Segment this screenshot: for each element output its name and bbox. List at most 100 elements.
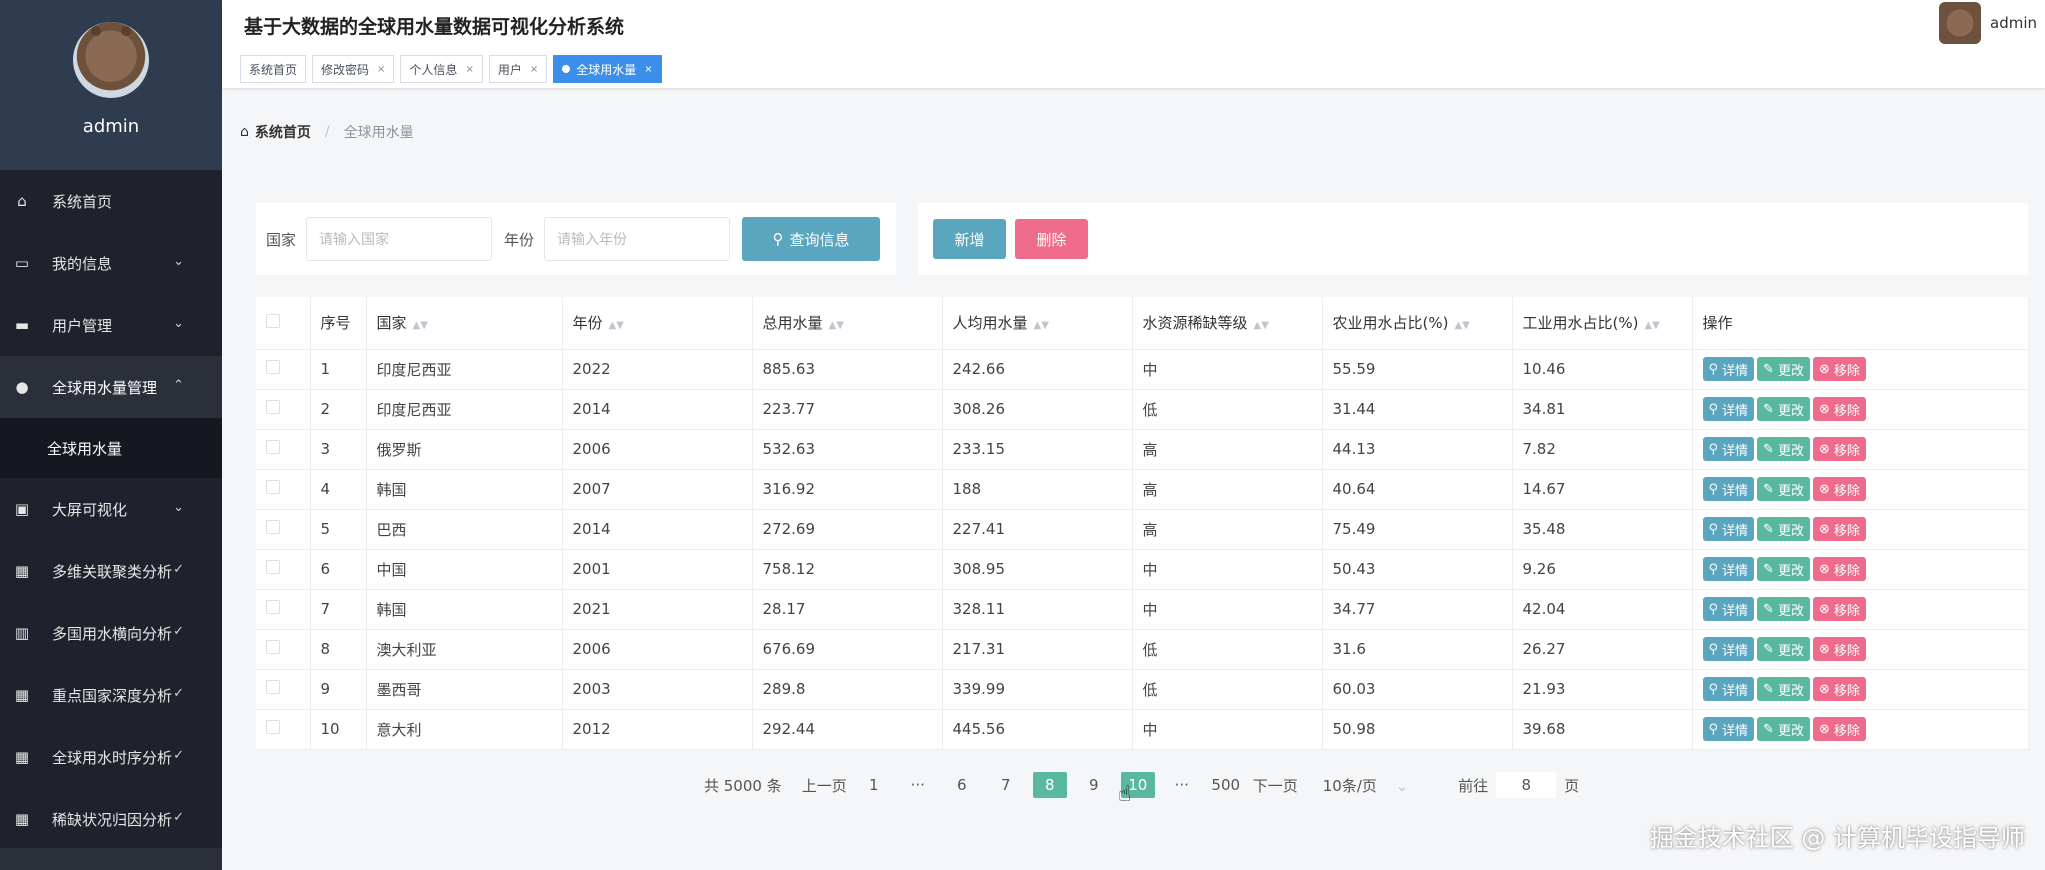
close-icon[interactable]: ×: [644, 64, 652, 75]
page-number[interactable]: 9: [1077, 772, 1111, 798]
breadcrumb-home[interactable]: 系统首页: [255, 122, 311, 142]
remove-button[interactable]: ⊗ 移除: [1812, 437, 1866, 461]
page-number[interactable]: 6: [945, 772, 979, 798]
sidebar-item[interactable]: ▦ 重点国家深度分析 ✓: [0, 664, 222, 726]
sidebar-item[interactable]: ▣ 大屏可视化 ⌄: [0, 478, 222, 540]
row-checkbox[interactable]: [266, 560, 280, 574]
page-number[interactable]: 1: [857, 772, 891, 798]
search-icon: ⚲: [1708, 521, 1719, 537]
sort-icon[interactable]: ▲▼: [1254, 320, 1269, 331]
delete-button[interactable]: 删除: [1015, 219, 1088, 259]
edit-button[interactable]: ✎ 更改: [1757, 477, 1810, 501]
sidebar-item[interactable]: ● 全球用水量管理 ⌃: [0, 356, 222, 418]
remove-button[interactable]: ⊗ 移除: [1812, 637, 1866, 661]
edit-button[interactable]: ✎ 更改: [1757, 557, 1810, 581]
detail-button[interactable]: ⚲ 详情: [1702, 357, 1755, 381]
sort-icon[interactable]: ▲▼: [1644, 320, 1659, 331]
sidebar-item-label: 重点国家深度分析: [52, 686, 173, 705]
table-cell: 2006: [562, 429, 753, 470]
row-checkbox[interactable]: [266, 680, 280, 694]
detail-button[interactable]: ⚲ 详情: [1702, 557, 1755, 581]
remove-button[interactable]: ⊗ 移除: [1812, 357, 1866, 381]
edit-button[interactable]: ✎ 更改: [1757, 637, 1810, 661]
sidebar-item[interactable]: ▦ 稀缺状况归因分析 ✓: [0, 788, 222, 850]
detail-button[interactable]: ⚲ 详情: [1702, 477, 1755, 501]
row-checkbox[interactable]: [266, 440, 280, 454]
sidebar-item[interactable]: ⌂ 系统首页: [0, 170, 222, 232]
prev-page-button[interactable]: 上一页: [802, 772, 847, 798]
column-header: 水资源稀缺等级 ▲▼: [1132, 297, 1323, 350]
sidebar-item[interactable]: ▥ 多国用水横向分析 ✓: [0, 602, 222, 664]
more-pages-icon[interactable]: ···: [1165, 772, 1199, 798]
row-checkbox[interactable]: [266, 400, 280, 414]
user-avatar[interactable]: [1939, 2, 1981, 44]
year-input[interactable]: 请输入年份: [544, 217, 731, 261]
sidebar-item[interactable]: ▭ 我的信息 ⌄: [0, 232, 222, 294]
detail-button[interactable]: ⚲ 详情: [1702, 517, 1755, 541]
query-button[interactable]: ⚲ 查询信息: [742, 217, 881, 261]
remove-button[interactable]: ⊗ 移除: [1812, 477, 1866, 501]
remove-button[interactable]: ⊗ 移除: [1812, 397, 1866, 421]
sort-icon[interactable]: ▲▼: [1454, 320, 1469, 331]
operation-cell: ⚲ 详情 ✎ 更改 ⊗ 移除: [1692, 589, 2029, 630]
sort-icon[interactable]: ▲▼: [413, 320, 428, 331]
edit-button[interactable]: ✎ 更改: [1757, 677, 1810, 701]
row-checkbox[interactable]: [266, 520, 280, 534]
remove-button[interactable]: ⊗ 移除: [1812, 557, 1866, 581]
page-number[interactable]: 500: [1209, 772, 1243, 798]
sort-icon[interactable]: ▲▼: [829, 320, 844, 331]
page-size-select[interactable]: 10条/页 ⌄: [1323, 775, 1409, 796]
tab-1[interactable]: 修改密码 ×: [312, 55, 395, 83]
detail-button[interactable]: ⚲ 详情: [1702, 597, 1755, 621]
close-icon[interactable]: ×: [377, 64, 385, 75]
detail-button[interactable]: ⚲ 详情: [1702, 677, 1755, 701]
goto-page-input[interactable]: 8: [1496, 772, 1557, 798]
remove-circle-icon: ⊗: [1818, 481, 1830, 497]
detail-button[interactable]: ⚲ 详情: [1702, 637, 1755, 661]
add-button[interactable]: 新增: [933, 219, 1006, 259]
avatar[interactable]: [73, 22, 149, 98]
table-cell: 2022: [562, 349, 753, 390]
page-number[interactable]: 8: [1032, 772, 1067, 798]
edit-button[interactable]: ✎ 更改: [1757, 717, 1810, 741]
row-checkbox[interactable]: [266, 640, 280, 654]
detail-button[interactable]: ⚲ 详情: [1702, 397, 1755, 421]
tab-4[interactable]: 全球用水量 ×: [553, 55, 662, 83]
edit-button[interactable]: ✎ 更改: [1757, 437, 1810, 461]
remove-button[interactable]: ⊗ 移除: [1812, 677, 1866, 701]
row-checkbox[interactable]: [266, 600, 280, 614]
sidebar-subitem[interactable]: 全球用水量: [0, 418, 222, 478]
country-input[interactable]: 请输入国家: [306, 217, 493, 261]
remove-button[interactable]: ⊗ 移除: [1812, 717, 1866, 741]
sort-icon[interactable]: ▲▼: [1034, 320, 1049, 331]
remove-button[interactable]: ⊗ 移除: [1812, 597, 1866, 621]
page-number[interactable]: 7: [989, 772, 1023, 798]
select-all-checkbox[interactable]: [266, 313, 280, 328]
remove-button[interactable]: ⊗ 移除: [1812, 517, 1866, 541]
tab-0[interactable]: 系统首页: [240, 55, 307, 83]
edit-button[interactable]: ✎ 更改: [1757, 597, 1810, 621]
edit-button[interactable]: ✎ 更改: [1757, 357, 1810, 381]
tab-3[interactable]: 用户 ×: [488, 55, 548, 83]
edit-button[interactable]: ✎ 更改: [1757, 397, 1810, 421]
row-checkbox[interactable]: [266, 720, 280, 734]
detail-button[interactable]: ⚲ 详情: [1702, 717, 1755, 741]
close-icon[interactable]: ×: [465, 64, 473, 75]
next-page-button[interactable]: 下一页: [1253, 772, 1298, 798]
edit-button[interactable]: ✎ 更改: [1757, 517, 1810, 541]
year-label: 年份: [504, 230, 535, 249]
sidebar-item[interactable]: ▦ 全球用水时序分析 ✓: [0, 726, 222, 788]
sort-icon[interactable]: ▲▼: [609, 320, 624, 331]
more-pages-icon[interactable]: ···: [901, 772, 935, 798]
row-checkbox[interactable]: [266, 480, 280, 494]
table-cell: 10.46: [1512, 349, 1693, 390]
remove-circle-icon: ⊗: [1818, 361, 1830, 377]
tab-2[interactable]: 个人信息 ×: [400, 55, 483, 83]
close-icon[interactable]: ×: [530, 64, 538, 75]
detail-button[interactable]: ⚲ 详情: [1702, 437, 1755, 461]
table-cell: 532.63: [752, 429, 943, 470]
row-checkbox[interactable]: [266, 360, 280, 374]
top-username[interactable]: admin: [1990, 14, 2037, 32]
sidebar-item[interactable]: ▬ 用户管理 ⌄: [0, 294, 222, 356]
sidebar-item[interactable]: ▦ 多维关联聚类分析 ✓: [0, 540, 222, 602]
